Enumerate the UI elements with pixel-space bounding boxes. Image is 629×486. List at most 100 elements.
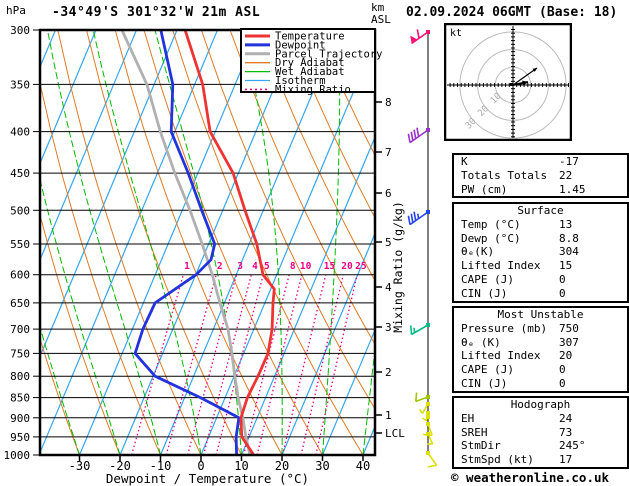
stat-value: 8.8	[559, 231, 579, 245]
stat-label: K	[461, 155, 468, 168]
stat-label: CIN (J)	[461, 286, 508, 300]
temperature-curve	[183, 31, 276, 454]
stat-row: CIN (J) 0	[454, 287, 627, 301]
stat-value: 13	[559, 217, 573, 231]
stat-value: 750	[559, 321, 579, 335]
svg-text:8: 8	[385, 96, 392, 109]
stability-indices-panel: K -17 Totals Totals 22 PW (cm) 1.45	[452, 153, 629, 199]
panel-title: Most Unstable	[497, 308, 584, 321]
stat-label: θₑ(K)	[461, 245, 495, 259]
svg-text:Mixing Ratio: Mixing Ratio	[275, 84, 351, 96]
hodograph-unit-label: kt	[450, 28, 462, 39]
svg-text:800: 800	[10, 370, 30, 383]
svg-text:8: 8	[290, 261, 296, 272]
sounding-page: hPa -34°49'S 301°32'W 21m ASL km ASL 02.…	[0, 0, 629, 486]
stat-row: CIN (J) 0	[454, 377, 627, 391]
surface-panel: Surface Temp (°C) 13 Dewp (°C) 8.8 θₑ(K) 304 Li…	[452, 202, 629, 303]
wind-barb-column	[407, 29, 438, 468]
svg-text:5: 5	[264, 261, 270, 272]
svg-text:400: 400	[10, 126, 30, 139]
stat-label: EH	[461, 411, 475, 425]
stat-value: 22	[559, 168, 573, 182]
stat-label: Pressure (mb)	[461, 321, 548, 335]
stat-row: Lifted Index 20	[454, 349, 627, 363]
hodograph-stats-panel: Hodograph EH 24 SREH 73 StmDir 245° StmSpd (kt)…	[452, 396, 629, 469]
stat-label: SREH	[461, 425, 488, 439]
svg-text:7: 7	[385, 146, 392, 159]
stat-row: SREH 73	[454, 426, 627, 440]
svg-text:450: 450	[10, 167, 30, 180]
svg-text:2: 2	[385, 366, 392, 379]
svg-text:4: 4	[252, 261, 258, 272]
svg-text:700: 700	[10, 323, 30, 336]
stat-label: CAPE (J)	[461, 272, 514, 286]
stat-row: θₑ(K) 304	[454, 245, 627, 259]
svg-text:650: 650	[10, 297, 30, 310]
stat-label: Lifted Index	[461, 349, 541, 363]
svg-text:1000: 1000	[4, 449, 31, 462]
stat-row: EH 24	[454, 412, 627, 426]
panel-title: Hodograph	[510, 398, 571, 411]
stat-value: 0	[559, 286, 566, 300]
svg-text:600: 600	[10, 269, 30, 282]
svg-text:350: 350	[10, 78, 30, 91]
stat-row: StmDir 245°	[454, 439, 627, 453]
stat-label: StmSpd (kt)	[461, 453, 534, 467]
stat-value: 20	[559, 349, 573, 363]
stat-label: CAPE (J)	[461, 363, 514, 377]
stat-label: StmDir	[461, 439, 501, 453]
stat-value: 304	[559, 245, 579, 259]
most-unstable-panel: Most Unstable Pressure (mb) 750 θₑ (K) 307 Li…	[452, 306, 629, 393]
copyright: © weatheronline.co.uk	[451, 470, 610, 485]
background-isopleths	[41, 31, 374, 454]
stat-value: -17	[559, 155, 579, 168]
stat-row: CAPE (J) 0	[454, 363, 627, 377]
svg-text:2: 2	[217, 261, 223, 272]
svg-text:750: 750	[10, 347, 30, 360]
stat-label: CIN (J)	[461, 376, 508, 390]
stat-label: Dewp (°C)	[461, 231, 521, 245]
svg-text:1: 1	[385, 409, 392, 422]
stat-value: 1.45	[559, 182, 586, 196]
mixing-ratio-axis-label: Mixing Ratio (g/kg)	[391, 201, 405, 333]
stat-value: 245°	[559, 439, 586, 453]
svg-text:3: 3	[237, 261, 243, 272]
svg-text:950: 950	[10, 431, 30, 444]
svg-text:900: 900	[10, 412, 30, 425]
stat-value: 0	[559, 376, 566, 390]
svg-text:850: 850	[10, 392, 30, 405]
stat-value: 15	[559, 259, 573, 273]
stat-value: 73	[559, 425, 573, 439]
svg-text:300: 300	[10, 24, 30, 37]
svg-text:20: 20	[341, 261, 353, 272]
stat-label: PW (cm)	[461, 182, 508, 196]
stat-row: Pressure (mb) 750	[454, 322, 627, 336]
stat-value: 0	[559, 272, 566, 286]
stat-label: Temp (°C)	[461, 217, 521, 231]
svg-text:LCL: LCL	[385, 427, 405, 440]
stat-row: Totals Totals 22	[454, 169, 627, 183]
stat-row: Temp (°C) 13	[454, 218, 627, 232]
stat-row: K -17	[454, 155, 627, 169]
svg-text:10: 10	[300, 261, 312, 272]
stat-value: 17	[559, 453, 573, 467]
panel-title: Surface	[517, 204, 564, 217]
hodograph-frame	[444, 23, 572, 141]
legend: TemperatureDewpointParcel TrajectoryDry …	[240, 28, 382, 96]
stat-row: CAPE (J) 0	[454, 273, 627, 287]
svg-text:15: 15	[324, 261, 336, 272]
stat-value: 0	[559, 363, 566, 377]
skewt-chart: 300 350 400 450 500 550 600 650 700 750 800 850 900 9…	[4, 24, 438, 473]
stat-value: 307	[559, 335, 579, 349]
stat-row: Lifted Index 15	[454, 259, 627, 273]
hodograph-plot: 102030kt	[444, 23, 572, 141]
svg-text:1: 1	[184, 261, 190, 272]
stat-label: Totals Totals	[461, 168, 548, 182]
temperature-axis-label: Dewpoint / Temperature (°C)	[105, 471, 310, 486]
svg-text:550: 550	[10, 238, 30, 251]
svg-text:500: 500	[10, 204, 30, 217]
stat-label: Lifted Index	[461, 259, 541, 273]
svg-text:25: 25	[355, 261, 367, 272]
stat-row: PW (cm) 1.45	[454, 183, 627, 197]
stat-row: StmSpd (kt) 17	[454, 453, 627, 467]
